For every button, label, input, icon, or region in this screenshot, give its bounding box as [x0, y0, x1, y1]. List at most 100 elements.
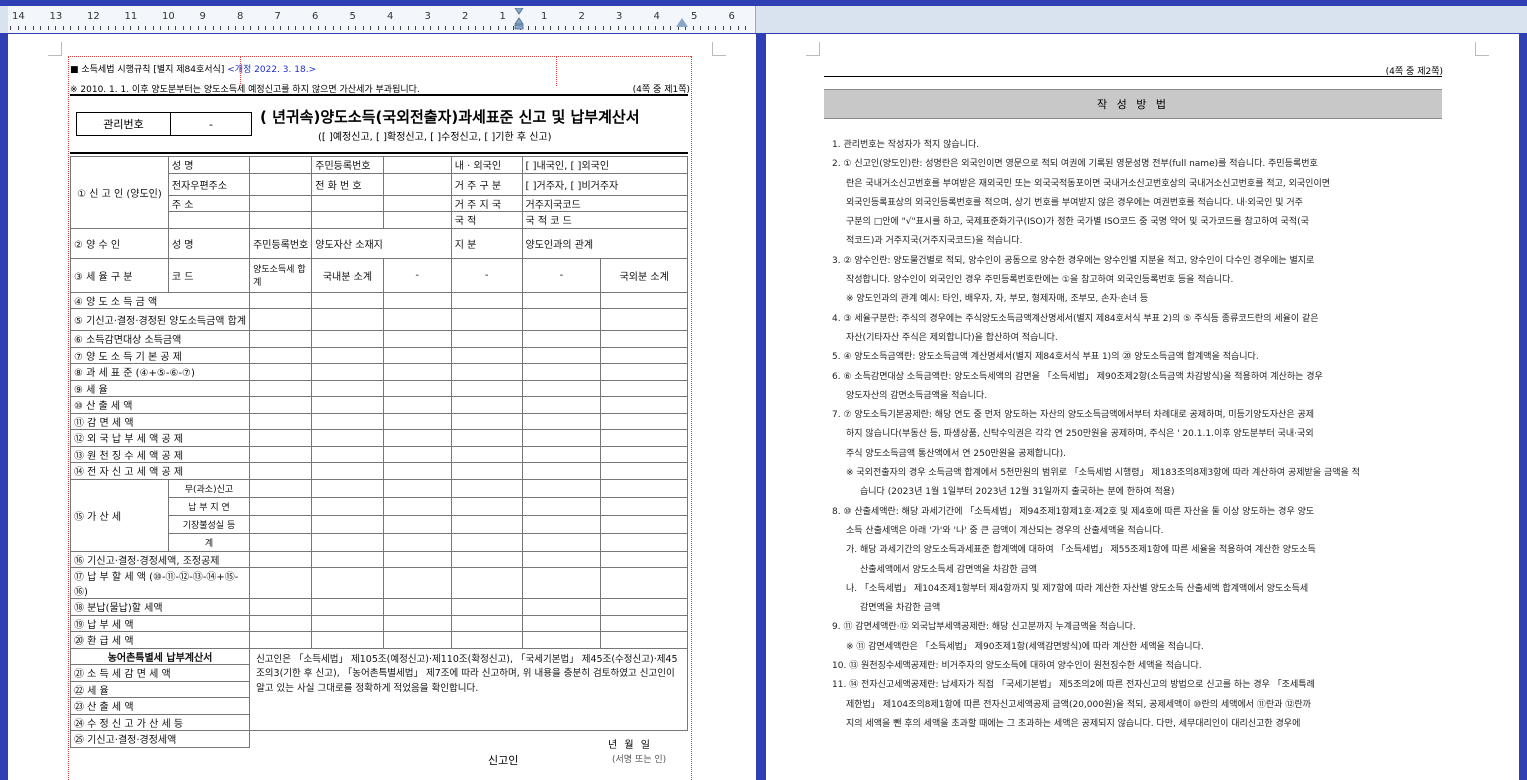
- amount-cell[interactable]: [311, 379, 384, 397]
- field-option[interactable]: 국 적 코 드: [521, 211, 689, 229]
- amount-cell[interactable]: [450, 631, 523, 649]
- amount-cell[interactable]: [600, 496, 688, 516]
- amount-cell[interactable]: [521, 346, 602, 364]
- document-page-1[interactable]: ■ 소득세법 시행규칙 [별지 제84호서식] <개정 2022. 3. 18.…: [8, 34, 756, 780]
- amount-cell[interactable]: [600, 308, 688, 331]
- amount-cell[interactable]: [249, 478, 313, 498]
- amount-cell[interactable]: [249, 462, 313, 480]
- amount-cell[interactable]: [311, 363, 384, 381]
- amount-cell[interactable]: [450, 478, 523, 498]
- document-page-2[interactable]: (4쪽 중 제2쪽) 작 성 방 법 1. 관리번호는 작성자가 적지 않습니다…: [766, 34, 1519, 780]
- amount-cell[interactable]: [311, 291, 384, 309]
- amount-cell[interactable]: [450, 550, 523, 568]
- field-value[interactable]: [249, 156, 313, 174]
- amount-cell[interactable]: [521, 631, 602, 649]
- amount-cell[interactable]: [600, 445, 688, 463]
- amount-cell[interactable]: [382, 330, 452, 348]
- amount-cell[interactable]: [249, 412, 313, 430]
- amount-cell[interactable]: [600, 291, 688, 309]
- amount-cell[interactable]: [521, 514, 602, 534]
- amount-cell[interactable]: [450, 346, 523, 364]
- amount-cell[interactable]: [311, 496, 384, 516]
- amount-cell[interactable]: [249, 445, 313, 463]
- field-option[interactable]: [ ]거주자, [ ]비거주자: [521, 172, 689, 196]
- field-option[interactable]: [ ]내국인, [ ]외국인: [521, 156, 689, 174]
- amount-cell[interactable]: [450, 514, 523, 534]
- amount-cell[interactable]: [249, 396, 313, 414]
- amount-cell[interactable]: [521, 396, 602, 414]
- amount-cell[interactable]: [249, 429, 313, 447]
- amount-cell[interactable]: [600, 462, 688, 480]
- amount-cell[interactable]: [450, 363, 523, 381]
- amount-cell[interactable]: [249, 598, 313, 616]
- amount-cell[interactable]: [311, 631, 384, 649]
- indent-marker-icon[interactable]: [514, 8, 524, 30]
- amount-cell[interactable]: [600, 396, 688, 414]
- amount-cell[interactable]: [600, 631, 688, 649]
- amount-cell[interactable]: [521, 532, 602, 552]
- amount-cell[interactable]: [600, 346, 688, 364]
- amount-cell[interactable]: [600, 598, 688, 616]
- amount-cell[interactable]: [600, 412, 688, 430]
- amount-cell[interactable]: [382, 614, 452, 632]
- amount-cell[interactable]: [382, 308, 452, 331]
- amount-cell[interactable]: [249, 550, 313, 568]
- amount-cell[interactable]: [450, 462, 523, 480]
- amount-cell[interactable]: [450, 598, 523, 616]
- amount-cell[interactable]: [521, 429, 602, 447]
- amount-cell[interactable]: [249, 631, 313, 649]
- amount-cell[interactable]: [521, 496, 602, 516]
- amount-cell[interactable]: [249, 614, 313, 632]
- amount-cell[interactable]: [311, 598, 384, 616]
- amount-cell[interactable]: [382, 363, 452, 381]
- amount-cell[interactable]: [521, 363, 602, 381]
- amount-cell[interactable]: [311, 429, 384, 447]
- amount-cell[interactable]: [311, 614, 384, 632]
- amount-cell[interactable]: [600, 514, 688, 534]
- amount-cell[interactable]: [249, 514, 313, 534]
- field-value[interactable]: [382, 211, 452, 229]
- amount-cell[interactable]: [450, 379, 523, 397]
- amount-cell[interactable]: [382, 514, 452, 534]
- amount-cell[interactable]: [249, 567, 313, 599]
- amount-cell[interactable]: [249, 346, 313, 364]
- amount-cell[interactable]: [521, 614, 602, 632]
- amount-cell[interactable]: [311, 550, 384, 568]
- amount-cell[interactable]: [249, 308, 313, 331]
- amount-cell[interactable]: [382, 478, 452, 498]
- amount-cell[interactable]: [311, 514, 384, 534]
- amount-cell[interactable]: [521, 462, 602, 480]
- amount-cell[interactable]: [249, 291, 313, 309]
- amount-cell[interactable]: [600, 429, 688, 447]
- amount-cell[interactable]: [450, 308, 523, 331]
- amount-cell[interactable]: [382, 396, 452, 414]
- amount-cell[interactable]: [311, 478, 384, 498]
- amount-cell[interactable]: [600, 363, 688, 381]
- amount-cell[interactable]: [450, 330, 523, 348]
- amount-cell[interactable]: [600, 478, 688, 498]
- amount-cell[interactable]: [450, 412, 523, 430]
- amount-cell[interactable]: [249, 496, 313, 516]
- amount-cell[interactable]: [450, 496, 523, 516]
- amount-cell[interactable]: [382, 445, 452, 463]
- amount-cell[interactable]: [521, 412, 602, 430]
- amount-cell[interactable]: [382, 429, 452, 447]
- amount-cell[interactable]: [521, 598, 602, 616]
- amount-cell[interactable]: [382, 598, 452, 616]
- field-value[interactable]: [382, 156, 452, 174]
- amount-cell[interactable]: [450, 291, 523, 309]
- field-option[interactable]: 거주지국코드: [521, 194, 689, 212]
- horizontal-ruler[interactable]: 14 13 12 11 10 9 8 7 6 5 4 3 2 1 1 2 3 4 5 6: [0, 6, 1527, 33]
- amount-cell[interactable]: [382, 412, 452, 430]
- amount-cell[interactable]: [382, 532, 452, 552]
- field-value[interactable]: [382, 194, 452, 212]
- amount-cell[interactable]: [521, 567, 602, 599]
- amount-cell[interactable]: [311, 308, 384, 331]
- field-value[interactable]: [249, 211, 313, 229]
- amount-cell[interactable]: [382, 631, 452, 649]
- amount-cell[interactable]: [311, 532, 384, 552]
- amount-cell[interactable]: [450, 445, 523, 463]
- amount-cell[interactable]: [311, 567, 384, 599]
- amount-cell[interactable]: [382, 291, 452, 309]
- amount-cell[interactable]: [600, 532, 688, 552]
